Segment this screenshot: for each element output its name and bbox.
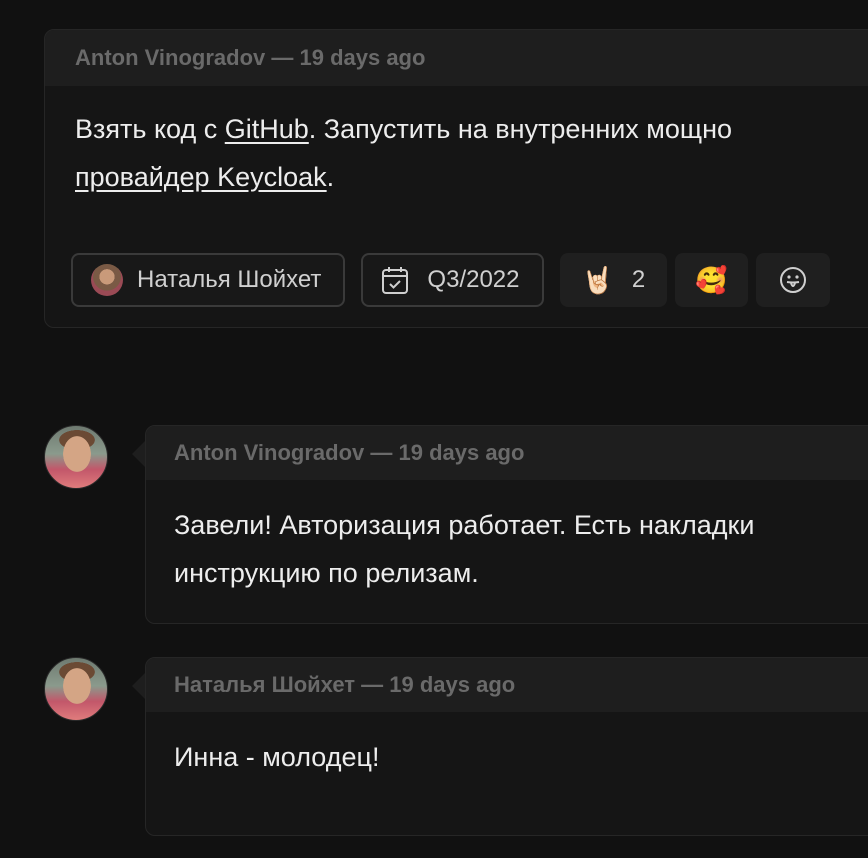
reaction-count: 2 [631,266,646,293]
post-body: Взять код с GitHub. Запустить на внутрен… [45,86,868,201]
keycloak-link[interactable]: провайдер Keycloak [75,162,327,192]
comment-card: Anton Vinogradov — 19 days ago Завели! А… [145,425,868,624]
rock-hand-icon: 🤘🏻 [581,265,614,295]
post-body-line-1: Взять код с GitHub. Запустить на внутрен… [75,105,868,153]
add-reaction-button[interactable] [755,253,830,307]
comment-line: Завели! Авторизация работает. Есть накла… [174,510,755,540]
avatar[interactable] [44,657,108,721]
main-post-card: Anton Vinogradov — 19 days ago Взять код… [44,29,868,328]
comment-notch [132,672,146,700]
comment-line: инструкцию по релизам. [174,558,479,588]
due-date-label: Q3/2022 [427,266,520,293]
assignee-name: Наталья Шойхет [137,266,322,293]
due-date-chip[interactable]: Q3/2022 [361,253,544,307]
post-header: Anton Vinogradov — 19 days ago [45,30,868,86]
comment-body: Инна - молодец! [146,712,868,781]
comment-card: Наталья Шойхет — 19 days ago Инна - моло… [145,657,868,836]
emoji-add-icon [778,265,808,295]
assignee-chip[interactable]: Наталья Шойхет [71,253,346,307]
post-chips: Наталья Шойхет Q3/2022 🤘🏻 2 🥰 [71,253,830,307]
assignee-avatar [91,264,123,296]
calendar-icon [381,265,409,295]
reaction-rock-chip[interactable]: 🤘🏻 2 [559,253,668,307]
body-text: . Запустить на внутренних мощно [308,114,733,144]
comment-header: Anton Vinogradov — 19 days ago [146,426,868,480]
body-text: Взять код с [75,114,225,144]
comment-body: Завели! Авторизация работает. Есть накла… [146,480,868,597]
body-text: . [326,162,335,192]
avatar[interactable] [44,425,108,489]
post-body-line-2: провайдер Keycloak. [75,153,868,201]
comment-line: Инна - молодец! [174,742,380,772]
github-link[interactable]: GitHub [225,114,309,144]
reaction-love-chip[interactable]: 🥰 [675,253,748,307]
smiling-hearts-icon: 🥰 [695,265,728,295]
comment-header: Наталья Шойхет — 19 days ago [146,658,868,712]
comment-notch [132,440,146,468]
